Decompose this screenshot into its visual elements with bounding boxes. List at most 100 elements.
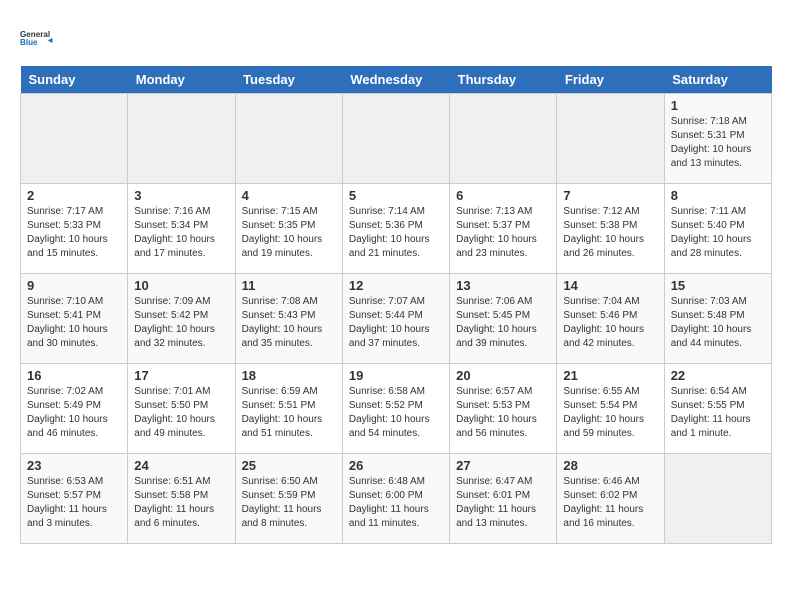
calendar-table: SundayMondayTuesdayWednesdayThursdayFrid… — [20, 66, 772, 544]
calendar-week-row: 23 Sunrise: 6:53 AM Sunset: 5:57 PM Dayli… — [21, 454, 772, 544]
calendar-cell: 8 Sunrise: 7:11 AM Sunset: 5:40 PM Daylig… — [664, 184, 771, 274]
calendar-week-row: 1 Sunrise: 7:18 AM Sunset: 5:31 PM Daylig… — [21, 94, 772, 184]
day-number: 26 — [349, 458, 443, 473]
svg-text:General: General — [20, 30, 50, 39]
day-number: 10 — [134, 278, 228, 293]
calendar-cell: 23 Sunrise: 6:53 AM Sunset: 5:57 PM Dayli… — [21, 454, 128, 544]
calendar-cell: 5 Sunrise: 7:14 AM Sunset: 5:36 PM Daylig… — [342, 184, 449, 274]
calendar-cell — [557, 94, 664, 184]
day-info: Sunrise: 7:10 AM Sunset: 5:41 PM Dayligh… — [27, 295, 121, 351]
svg-text:Blue: Blue — [20, 38, 38, 47]
calendar-body: 1 Sunrise: 7:18 AM Sunset: 5:31 PM Daylig… — [21, 94, 772, 544]
day-number: 21 — [563, 368, 657, 383]
day-info: Sunrise: 7:18 AM Sunset: 5:31 PM Dayligh… — [671, 115, 765, 171]
logo-svg: General Blue — [20, 20, 56, 56]
calendar-cell: 4 Sunrise: 7:15 AM Sunset: 5:35 PM Daylig… — [235, 184, 342, 274]
calendar-week-row: 16Sunrise: 7:02 AM Sunset: 5:49 PM Dayli… — [21, 364, 772, 454]
day-number: 15 — [671, 278, 765, 293]
calendar-cell: 17 Sunrise: 7:01 AM Sunset: 5:50 PM Dayli… — [128, 364, 235, 454]
calendar-cell — [235, 94, 342, 184]
day-info: Sunrise: 7:14 AM Sunset: 5:36 PM Dayligh… — [349, 205, 443, 261]
calendar-cell: 2 Sunrise: 7:17 AM Sunset: 5:33 PM Daylig… — [21, 184, 128, 274]
calendar-cell: 11 Sunrise: 7:08 AM Sunset: 5:43 PM Dayli… — [235, 274, 342, 364]
day-info: Sunrise: 6:57 AM Sunset: 5:53 PM Dayligh… — [456, 385, 550, 441]
day-number: 5 — [349, 188, 443, 203]
day-info: Sunrise: 7:15 AM Sunset: 5:35 PM Dayligh… — [242, 205, 336, 261]
day-info: Sunrise: 6:50 AM Sunset: 5:59 PM Dayligh… — [242, 475, 336, 531]
day-number: 27 — [456, 458, 550, 473]
weekday-header: Wednesday — [342, 66, 449, 94]
calendar-cell: 27 Sunrise: 6:47 AM Sunset: 6:01 PM Dayli… — [450, 454, 557, 544]
weekday-header: Thursday — [450, 66, 557, 94]
day-info: Sunrise: 6:55 AM Sunset: 5:54 PM Dayligh… — [563, 385, 657, 441]
calendar-cell — [450, 94, 557, 184]
calendar-cell: 9Sunrise: 7:10 AM Sunset: 5:41 PM Daylig… — [21, 274, 128, 364]
calendar-cell: 25 Sunrise: 6:50 AM Sunset: 5:59 PM Dayli… — [235, 454, 342, 544]
calendar-cell: 7 Sunrise: 7:12 AM Sunset: 5:38 PM Daylig… — [557, 184, 664, 274]
calendar-cell — [128, 94, 235, 184]
day-info: Sunrise: 6:53 AM Sunset: 5:57 PM Dayligh… — [27, 475, 121, 531]
day-number: 17 — [134, 368, 228, 383]
calendar-cell: 26 Sunrise: 6:48 AM Sunset: 6:00 PM Dayli… — [342, 454, 449, 544]
weekday-header: Saturday — [664, 66, 771, 94]
day-info: Sunrise: 7:11 AM Sunset: 5:40 PM Dayligh… — [671, 205, 765, 261]
day-info: Sunrise: 7:03 AM Sunset: 5:48 PM Dayligh… — [671, 295, 765, 351]
day-info: Sunrise: 6:47 AM Sunset: 6:01 PM Dayligh… — [456, 475, 550, 531]
weekday-header: Sunday — [21, 66, 128, 94]
day-number: 4 — [242, 188, 336, 203]
day-info: Sunrise: 7:12 AM Sunset: 5:38 PM Dayligh… — [563, 205, 657, 261]
calendar-cell: 3 Sunrise: 7:16 AM Sunset: 5:34 PM Daylig… — [128, 184, 235, 274]
day-info: Sunrise: 7:01 AM Sunset: 5:50 PM Dayligh… — [134, 385, 228, 441]
day-info: Sunrise: 7:07 AM Sunset: 5:44 PM Dayligh… — [349, 295, 443, 351]
day-number: 20 — [456, 368, 550, 383]
calendar-cell: 1 Sunrise: 7:18 AM Sunset: 5:31 PM Daylig… — [664, 94, 771, 184]
day-info: Sunrise: 7:08 AM Sunset: 5:43 PM Dayligh… — [242, 295, 336, 351]
day-info: Sunrise: 7:09 AM Sunset: 5:42 PM Dayligh… — [134, 295, 228, 351]
calendar-cell: 19Sunrise: 6:58 AM Sunset: 5:52 PM Dayli… — [342, 364, 449, 454]
calendar-cell — [342, 94, 449, 184]
calendar-cell: 18 Sunrise: 6:59 AM Sunset: 5:51 PM Dayli… — [235, 364, 342, 454]
day-number: 19 — [349, 368, 443, 383]
calendar-cell: 15 Sunrise: 7:03 AM Sunset: 5:48 PM Dayli… — [664, 274, 771, 364]
day-number: 12 — [349, 278, 443, 293]
day-info: Sunrise: 6:46 AM Sunset: 6:02 PM Dayligh… — [563, 475, 657, 531]
calendar-cell: 13 Sunrise: 7:06 AM Sunset: 5:45 PM Dayli… — [450, 274, 557, 364]
day-number: 13 — [456, 278, 550, 293]
day-number: 18 — [242, 368, 336, 383]
day-number: 2 — [27, 188, 121, 203]
day-number: 11 — [242, 278, 336, 293]
calendar-cell: 14 Sunrise: 7:04 AM Sunset: 5:46 PM Dayli… — [557, 274, 664, 364]
day-info: Sunrise: 7:06 AM Sunset: 5:45 PM Dayligh… — [456, 295, 550, 351]
calendar-cell: 6 Sunrise: 7:13 AM Sunset: 5:37 PM Daylig… — [450, 184, 557, 274]
day-info: Sunrise: 7:04 AM Sunset: 5:46 PM Dayligh… — [563, 295, 657, 351]
day-info: Sunrise: 6:48 AM Sunset: 6:00 PM Dayligh… — [349, 475, 443, 531]
day-number: 22 — [671, 368, 765, 383]
day-number: 14 — [563, 278, 657, 293]
calendar-cell: 28 Sunrise: 6:46 AM Sunset: 6:02 PM Dayli… — [557, 454, 664, 544]
calendar-cell: 24Sunrise: 6:51 AM Sunset: 5:58 PM Dayli… — [128, 454, 235, 544]
day-number: 23 — [27, 458, 121, 473]
day-info: Sunrise: 7:13 AM Sunset: 5:37 PM Dayligh… — [456, 205, 550, 261]
day-info: Sunrise: 6:54 AM Sunset: 5:55 PM Dayligh… — [671, 385, 765, 441]
day-number: 6 — [456, 188, 550, 203]
calendar-week-row: 9Sunrise: 7:10 AM Sunset: 5:41 PM Daylig… — [21, 274, 772, 364]
day-number: 1 — [671, 98, 765, 113]
logo: General Blue — [20, 20, 56, 56]
day-number: 8 — [671, 188, 765, 203]
day-number: 3 — [134, 188, 228, 203]
calendar-cell: 16Sunrise: 7:02 AM Sunset: 5:49 PM Dayli… — [21, 364, 128, 454]
day-number: 24 — [134, 458, 228, 473]
day-info: Sunrise: 7:17 AM Sunset: 5:33 PM Dayligh… — [27, 205, 121, 261]
day-number: 28 — [563, 458, 657, 473]
weekday-header: Friday — [557, 66, 664, 94]
calendar-cell: 21 Sunrise: 6:55 AM Sunset: 5:54 PM Dayli… — [557, 364, 664, 454]
day-info: Sunrise: 6:59 AM Sunset: 5:51 PM Dayligh… — [242, 385, 336, 441]
calendar-header-row: SundayMondayTuesdayWednesdayThursdayFrid… — [21, 66, 772, 94]
calendar-cell — [664, 454, 771, 544]
day-number: 25 — [242, 458, 336, 473]
weekday-header: Tuesday — [235, 66, 342, 94]
day-number: 7 — [563, 188, 657, 203]
day-info: Sunrise: 7:16 AM Sunset: 5:34 PM Dayligh… — [134, 205, 228, 261]
calendar-cell: 22 Sunrise: 6:54 AM Sunset: 5:55 PM Dayli… — [664, 364, 771, 454]
calendar-cell — [21, 94, 128, 184]
